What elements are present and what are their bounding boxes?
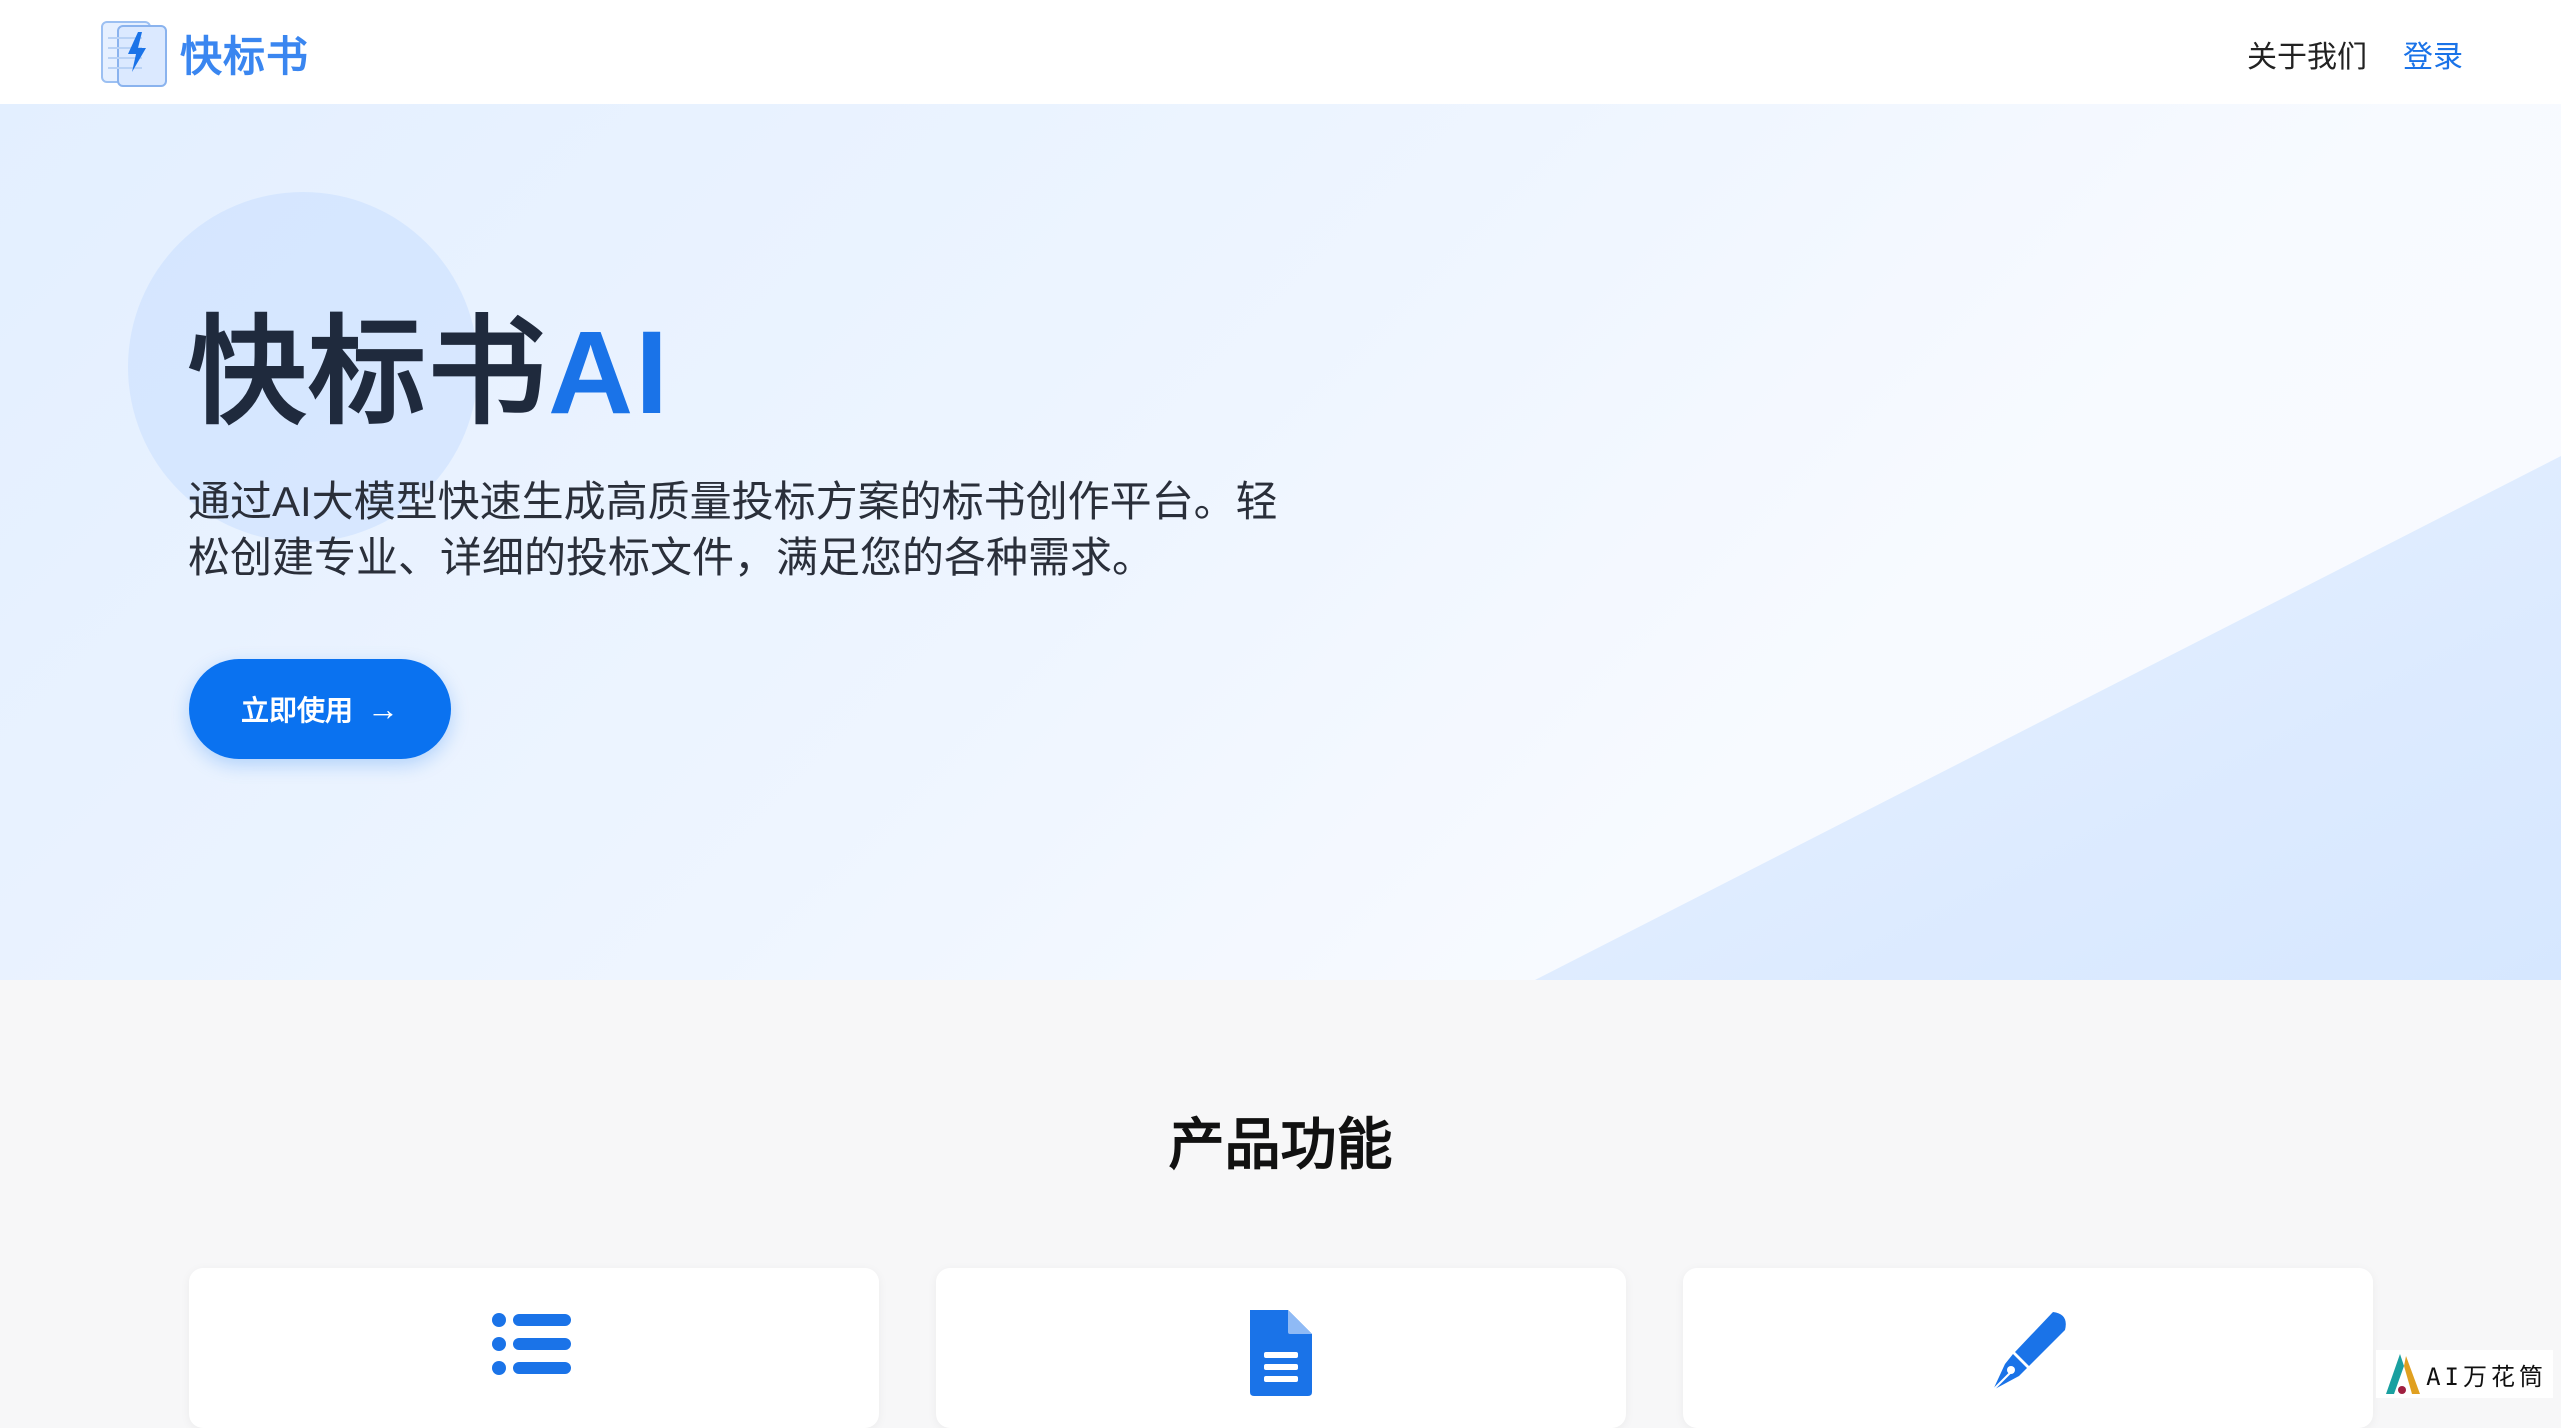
hero-description: 通过AI大模型快速生成高质量投标方案的标书创作平台。轻松创建专业、详细的投标文件… — [188, 474, 1308, 586]
document-icon — [1236, 1306, 1326, 1396]
brand[interactable]: 快标书 — [98, 18, 309, 88]
nav-login-link[interactable]: 登录 — [2403, 32, 2463, 76]
feature-card-writing[interactable] — [1683, 1268, 2373, 1428]
hero-section: 快标书AI 通过AI大模型快速生成高质量投标方案的标书创作平台。轻松创建专业、详… — [0, 104, 2561, 980]
watermark: AI万花筒 — [2376, 1350, 2553, 1398]
feature-card-outline[interactable] — [189, 1268, 879, 1428]
watermark-text: AI万花筒 — [2426, 1357, 2547, 1392]
top-navbar: 快标书 关于我们 登录 — [0, 0, 2561, 104]
hero-title: 快标书AI — [188, 314, 670, 432]
logo-icon — [98, 18, 170, 88]
list-icon — [489, 1306, 579, 1396]
hero-title-accent: AI — [548, 307, 670, 439]
arrow-right-icon: → — [367, 691, 399, 728]
start-using-label: 立即使用 — [241, 689, 353, 729]
nav-links: 关于我们 登录 — [2247, 32, 2463, 76]
features-title: 产品功能 — [0, 1100, 2561, 1181]
brand-name: 快标书 — [180, 23, 309, 84]
watermark-logo-icon — [2382, 1352, 2422, 1396]
start-using-button[interactable]: 立即使用 → — [189, 659, 451, 759]
nav-about-link[interactable]: 关于我们 — [2247, 32, 2367, 76]
hero-title-main: 快标书 — [188, 307, 548, 439]
features-section: 产品功能 — [0, 980, 2561, 1404]
feature-card-document[interactable] — [936, 1268, 1626, 1428]
pen-icon — [1983, 1306, 2073, 1396]
